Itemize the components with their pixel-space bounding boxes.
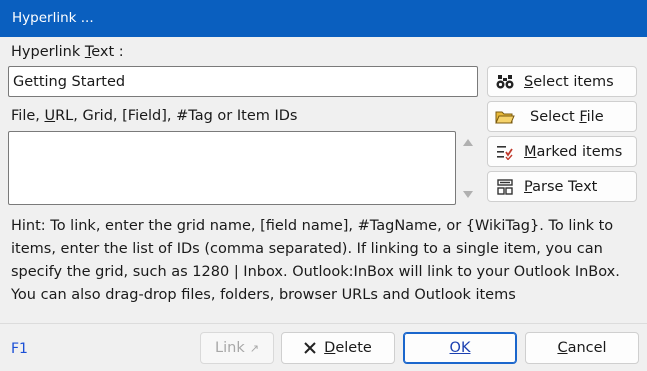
marked-items-label-post: arked items <box>536 143 623 160</box>
hint-line: items, enter the list of IDs (comma sepa… <box>11 241 603 257</box>
link-button-label: Link <box>215 340 245 356</box>
parse-text-label-mnemonic: P <box>524 178 533 195</box>
delete-button[interactable]: Delete <box>281 332 395 364</box>
marked-items-label: Marked items <box>524 144 622 160</box>
target-textarea[interactable] <box>9 132 455 204</box>
hint-line: specify the grid, such as 1280 | Inbox. … <box>11 264 620 280</box>
target-label: File, URL, Grid, [Field], #Tag or Item I… <box>11 108 298 124</box>
parse-text-label-post: arse Text <box>532 178 598 195</box>
folder-icon <box>494 110 516 124</box>
marked-items-button[interactable]: Marked items <box>487 136 637 167</box>
cancel-label-mnemonic: C <box>557 340 568 356</box>
link-button[interactable]: Link ↗ <box>200 332 274 364</box>
parse-grid-icon <box>494 178 516 195</box>
help-link[interactable]: F1 <box>11 341 28 357</box>
ok-label-mnemonic: O <box>449 340 461 356</box>
select-file-label-mnemonic: F <box>579 108 587 125</box>
scroll-up-icon <box>463 138 473 146</box>
ok-button[interactable]: OK <box>403 332 517 364</box>
scroll-down-arrow[interactable] <box>462 189 474 199</box>
select-file-label-pre: Select <box>530 108 580 125</box>
select-items-label-mnemonic: S <box>524 73 534 90</box>
footer-divider <box>0 323 647 324</box>
delete-label-mnemonic: D <box>324 340 336 356</box>
hyperlink-text-label-post: ext : <box>91 44 124 60</box>
parse-text-label: Parse Text <box>524 179 597 195</box>
delete-label: Delete <box>324 340 372 356</box>
hyperlink-text-label: Hyperlink Text : <box>11 44 124 60</box>
cancel-button[interactable]: Cancel <box>525 332 639 364</box>
select-file-label-post: ile <box>586 108 604 125</box>
target-label-pre: File, <box>11 108 45 124</box>
ok-label: OK <box>450 340 471 356</box>
hyperlink-text-field[interactable] <box>8 66 478 97</box>
scroll-up-arrow[interactable] <box>462 137 474 147</box>
select-items-label-post: elect items <box>533 73 614 90</box>
select-items-label: Select items <box>524 74 614 90</box>
hyperlink-text-input[interactable] <box>9 67 477 96</box>
hint-text: Hint: To link, enter the grid name, [fie… <box>11 215 639 307</box>
target-label-mnemonic: U <box>44 108 56 124</box>
select-file-button[interactable]: Select File <box>487 101 637 132</box>
hint-line: Hint: To link, enter the grid name, [fie… <box>11 218 614 234</box>
hyperlink-text-label-pre: Hyperlink <box>11 44 85 60</box>
hint-line: You can also drag-drop files, folders, b… <box>11 287 516 303</box>
marked-list-icon <box>494 144 516 160</box>
parse-text-button[interactable]: Parse Text <box>487 171 637 202</box>
marked-items-label-mnemonic: M <box>524 143 537 160</box>
delete-x-icon <box>304 342 316 354</box>
select-items-button[interactable]: Select items <box>487 66 637 97</box>
target-label-post: RL, Grid, [Field], #Tag or Item IDs <box>55 108 298 124</box>
external-link-icon: ↗ <box>249 341 259 355</box>
binoculars-icon <box>494 74 516 90</box>
window-title: Hyperlink ... <box>12 10 94 26</box>
cancel-label-post: ancel <box>567 340 607 356</box>
ok-label-post: K <box>460 340 471 356</box>
select-file-label: Select File <box>530 109 604 125</box>
cancel-label: Cancel <box>557 340 606 356</box>
scroll-down-icon <box>463 190 473 198</box>
target-field[interactable] <box>8 131 456 205</box>
delete-label-post: elete <box>335 340 372 356</box>
title-bar: Hyperlink ... <box>0 0 647 37</box>
